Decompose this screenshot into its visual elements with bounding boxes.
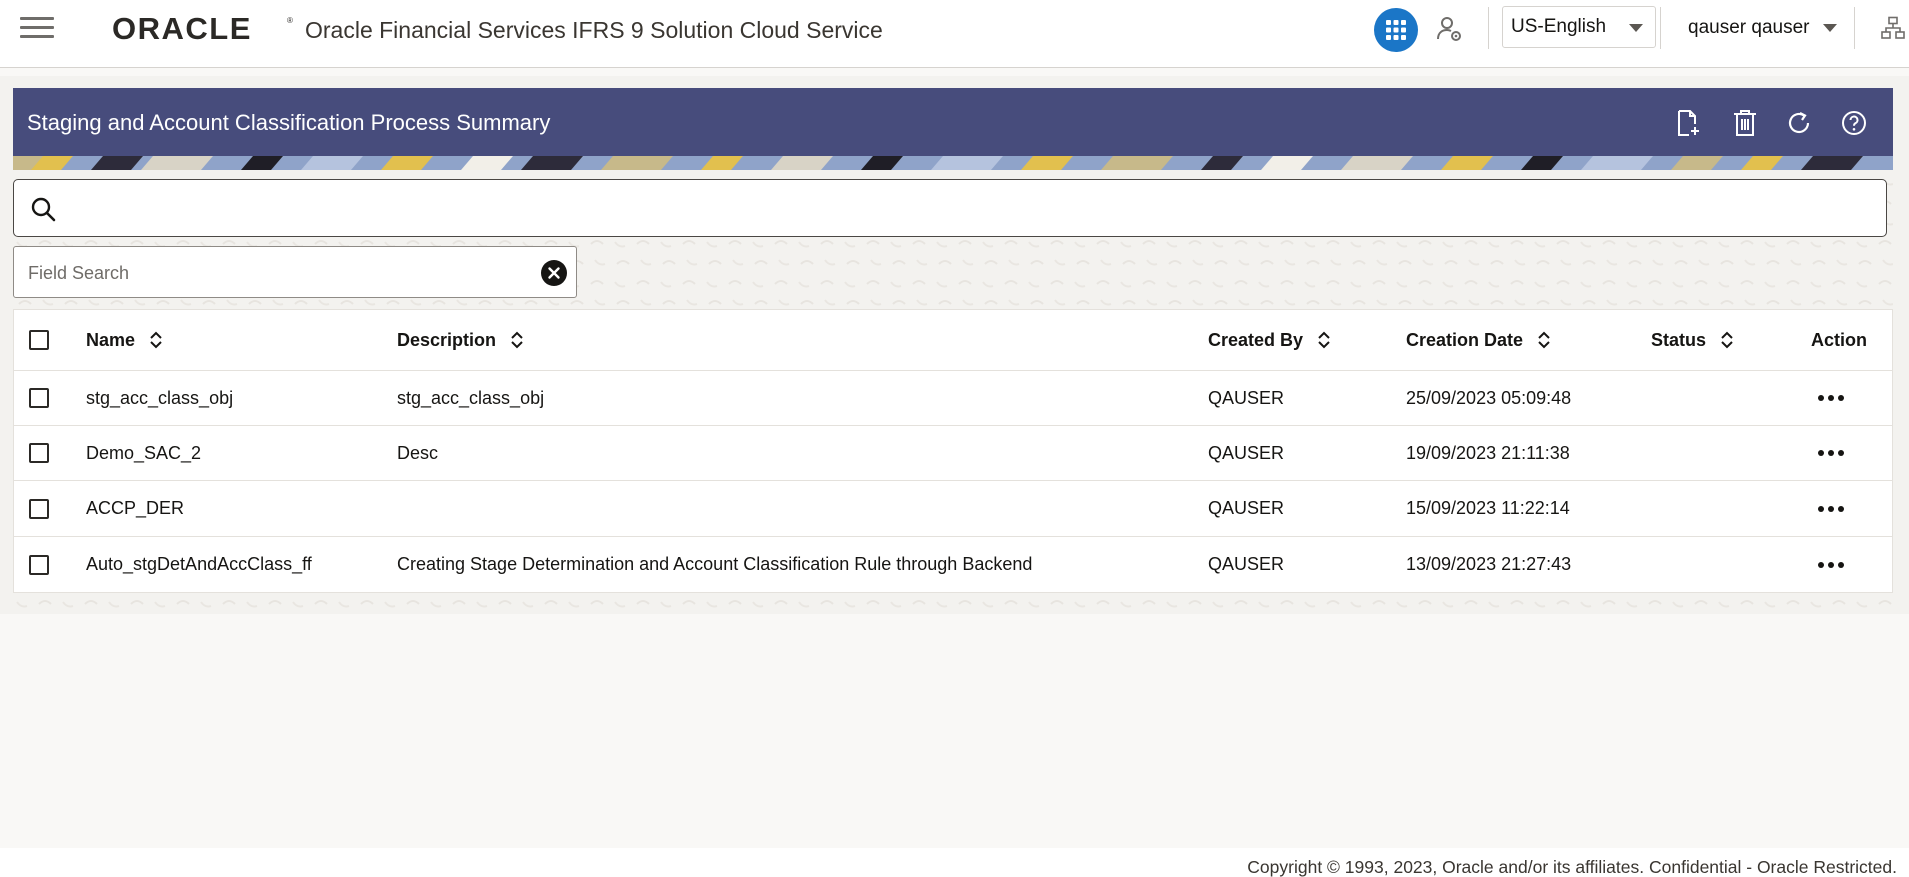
more-options-icon: [1818, 450, 1844, 456]
cell-action: [1811, 426, 1851, 480]
cell-creation-date: 15/09/2023 11:22:14: [1406, 498, 1570, 518]
more-options-button[interactable]: [1811, 553, 1851, 577]
cell-action: [1811, 537, 1851, 592]
empty-area: [0, 614, 1909, 848]
svg-text:ORACLE: ORACLE: [112, 13, 252, 43]
cell-name[interactable]: ACCP_DER: [86, 481, 184, 536]
apps-grid-button[interactable]: [1374, 8, 1418, 52]
language-select[interactable]: US-English: [1502, 6, 1656, 48]
search-input[interactable]: [72, 188, 1872, 228]
cell-name[interactable]: Auto_stgDetAndAccClass_ff: [86, 537, 312, 592]
more-options-button[interactable]: [1811, 497, 1851, 521]
column-header-status[interactable]: Status: [1651, 310, 1734, 370]
row-select-cell: [29, 481, 49, 536]
row-checkbox[interactable]: [29, 443, 49, 463]
sort-icon[interactable]: [510, 330, 524, 350]
user-name: qauser qauser: [1688, 17, 1810, 38]
cell-description: Desc: [397, 442, 439, 463]
select-all-cell: [29, 310, 49, 370]
column-header-label: Description: [397, 329, 497, 350]
field-search-box: [13, 246, 577, 298]
row-select-cell: [29, 537, 49, 592]
more-options-icon: [1818, 505, 1844, 512]
search-icon: [31, 197, 56, 222]
table-row[interactable]: Demo_SAC_2 Desc QAUSER 19/09/2023 21:11:…: [14, 426, 1892, 481]
language-value: US-English: [1511, 16, 1607, 37]
field-search-input[interactable]: [28, 257, 528, 289]
column-header-label: Creation Date: [1406, 329, 1524, 350]
page-title-bar: Staging and Account Classification Proce…: [13, 88, 1893, 156]
cell-name[interactable]: Demo_SAC_2: [86, 426, 201, 480]
cell-created-by: QAUSER: [1208, 387, 1285, 408]
column-header-label: Action: [1811, 329, 1867, 350]
more-options-icon: [1818, 561, 1844, 568]
user-menu[interactable]: qauser qauser: [1688, 14, 1838, 42]
decorative-banner: [13, 156, 1893, 170]
column-header-label: Status: [1651, 329, 1707, 350]
help-icon[interactable]: [1839, 108, 1869, 138]
app-title: Oracle Financial Services IFRS 9 Solutio…: [305, 17, 883, 43]
header-separator: [1854, 7, 1855, 49]
cell-created-by: QAUSER: [1208, 442, 1285, 463]
column-header-action: Action: [1811, 310, 1867, 370]
page-title: Staging and Account Classification Proce…: [27, 110, 551, 135]
row-select-cell: [29, 371, 49, 425]
grid-icon: [1386, 20, 1406, 40]
cell-creation-date: 19/09/2023 21:11:38: [1406, 442, 1570, 463]
cell-creation-date: 13/09/2023 21:27:43: [1406, 554, 1572, 574]
row-checkbox[interactable]: [29, 388, 49, 408]
sort-icon[interactable]: [1537, 330, 1551, 350]
table-row[interactable]: ACCP_DER QAUSER 15/09/2023 11:22:14: [14, 481, 1892, 537]
sort-icon[interactable]: [149, 330, 163, 350]
table-row[interactable]: stg_acc_class_obj stg_acc_class_obj QAUS…: [14, 371, 1892, 426]
svg-text:®: ®: [287, 16, 293, 25]
more-options-icon: [1818, 395, 1844, 401]
cell-creation-date: 25/09/2023 05:09:48: [1406, 387, 1572, 408]
new-document-icon[interactable]: [1673, 108, 1703, 138]
brand: ORACLE ® Oracle Financial Services IFRS …: [112, 11, 883, 44]
column-header-label: Created By: [1208, 329, 1304, 350]
global-search-box[interactable]: [13, 179, 1887, 237]
table-row[interactable]: Auto_stgDetAndAccClass_ff Creating Stage…: [14, 537, 1892, 592]
trash-icon[interactable]: [1730, 108, 1760, 138]
cell-description: Creating Stage Determination and Account…: [397, 554, 1033, 574]
select-all-checkbox[interactable]: [29, 330, 49, 350]
row-select-cell: [29, 426, 49, 480]
more-options-button[interactable]: [1811, 441, 1851, 465]
column-header-description[interactable]: Description: [397, 310, 524, 370]
cell-description: stg_acc_class_obj: [397, 387, 545, 408]
column-header-created-by[interactable]: Created By: [1208, 310, 1331, 370]
user-gear-icon[interactable]: [1435, 14, 1465, 44]
process-summary-table: Name Description Created By Creation Dat…: [13, 309, 1893, 593]
more-options-button[interactable]: [1811, 386, 1851, 410]
header-separator: [1488, 7, 1489, 49]
table-header-row: Name Description Created By Creation Dat…: [14, 310, 1892, 371]
cell-action: [1811, 371, 1851, 425]
chevron-down-icon: [1629, 24, 1643, 32]
cell-action: [1811, 481, 1851, 536]
header-separator: [1660, 7, 1661, 49]
cell-name[interactable]: stg_acc_class_obj: [86, 371, 233, 425]
column-header-label: Name: [86, 329, 136, 350]
cell-created-by: QAUSER: [1208, 554, 1285, 574]
oracle-logo: ORACLE ®: [112, 13, 293, 43]
refresh-icon[interactable]: [1784, 108, 1814, 138]
row-checkbox[interactable]: [29, 498, 49, 519]
column-header-creation-date[interactable]: Creation Date: [1406, 310, 1551, 370]
copyright-text: Copyright © 1993, 2023, Oracle and/or it…: [1247, 857, 1897, 877]
hierarchy-icon[interactable]: [1881, 16, 1905, 40]
column-header-name[interactable]: Name: [86, 310, 163, 370]
hamburger-icon[interactable]: [20, 17, 54, 41]
sort-icon[interactable]: [1317, 330, 1331, 350]
row-checkbox[interactable]: [29, 554, 49, 575]
clear-icon[interactable]: [540, 259, 568, 287]
footer: Copyright © 1993, 2023, Oracle and/or it…: [0, 848, 1909, 877]
top-header: ORACLE ® Oracle Financial Services IFRS …: [0, 0, 1909, 68]
chevron-down-icon: [1823, 24, 1838, 32]
cell-created-by: QAUSER: [1208, 498, 1285, 518]
sort-icon[interactable]: [1720, 330, 1734, 350]
